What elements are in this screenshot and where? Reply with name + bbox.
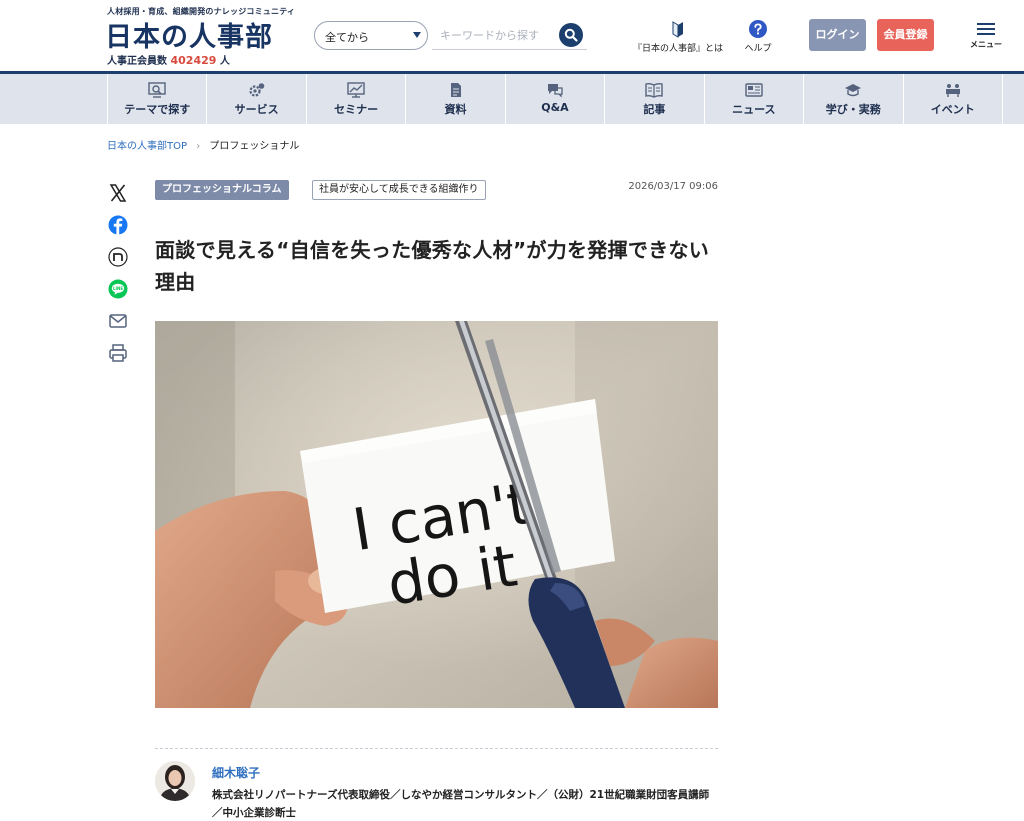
mail-icon[interactable] bbox=[107, 310, 129, 332]
column-series-tag[interactable]: 社員が安心して成長できる組織作り bbox=[312, 180, 486, 200]
author-avatar bbox=[155, 761, 195, 801]
facebook-icon[interactable] bbox=[107, 214, 129, 236]
member-count-unit: 人 bbox=[219, 56, 230, 67]
menu-button[interactable]: メニュー bbox=[965, 20, 1007, 50]
help-label: ヘルプ bbox=[744, 44, 772, 54]
qa-icon bbox=[547, 84, 563, 98]
breadcrumb-current: プロフェッショナル bbox=[209, 141, 300, 152]
site-logo[interactable]: 日本の人事部 bbox=[105, 15, 273, 54]
member-count: 人事正会員数 402429 人 bbox=[107, 52, 230, 67]
line-icon[interactable]: LINE bbox=[107, 278, 129, 300]
share-buttons: LINE bbox=[107, 182, 129, 374]
event-icon bbox=[945, 84, 960, 97]
publish-date: 2026/03/17 09:06 bbox=[628, 181, 718, 192]
article-icon bbox=[645, 82, 664, 98]
about-link[interactable]: 『日本の人事部』とは bbox=[628, 20, 728, 54]
nav-label: Q&A bbox=[541, 101, 569, 114]
nav-label: 記事 bbox=[643, 103, 666, 116]
document-icon bbox=[450, 83, 461, 97]
search-button[interactable] bbox=[559, 23, 583, 47]
help-icon bbox=[749, 20, 767, 38]
nav-item-news[interactable]: ニュース bbox=[703, 74, 803, 124]
help-link[interactable]: ヘルプ bbox=[737, 20, 779, 54]
author-name[interactable]: 細木聡子 bbox=[212, 764, 260, 781]
column-category-tag[interactable]: プロフェッショナルコラム bbox=[155, 180, 289, 200]
dropdown-arrow-icon bbox=[413, 32, 421, 38]
note-icon[interactable] bbox=[107, 246, 129, 268]
breadcrumb: 日本の人事部TOP › プロフェッショナル bbox=[107, 137, 299, 152]
article-title: 面談で見える“自信を失った優秀な人材”が力を発揮できない理由 bbox=[155, 238, 710, 294]
main-nav: テーマで探す サービス セミナー 資料 Q&A 記事 ニュース 学び・実務 イベ… bbox=[0, 74, 1024, 124]
menu-label: メニュー bbox=[970, 40, 1002, 49]
author-description: 株式会社リノパートナーズ代表取締役／しなやか経営コンサルタント／（公財）21世紀… bbox=[212, 789, 710, 819]
register-button[interactable]: 会員登録 bbox=[877, 19, 934, 51]
beginner-mark-icon bbox=[672, 21, 683, 38]
nav-item-article[interactable]: 記事 bbox=[604, 74, 703, 124]
nav-item-qa[interactable]: Q&A bbox=[504, 74, 604, 124]
svg-text:LINE: LINE bbox=[113, 286, 123, 291]
nav-label: テーマで探す bbox=[124, 103, 191, 116]
print-icon[interactable] bbox=[107, 342, 129, 364]
nav-label: サービス bbox=[234, 103, 279, 116]
search-icon bbox=[564, 28, 578, 42]
search-category-value: 全てから bbox=[325, 31, 369, 44]
nav-item-theme[interactable]: テーマで探す bbox=[107, 74, 206, 124]
seminar-icon bbox=[347, 82, 365, 98]
breadcrumb-home[interactable]: 日本の人事部TOP bbox=[107, 141, 187, 152]
service-icon bbox=[249, 83, 264, 97]
learning-icon bbox=[845, 84, 862, 97]
theme-search-icon bbox=[148, 82, 166, 98]
article-hero-image: I can't do it bbox=[155, 321, 718, 708]
nav-item-event[interactable]: イベント bbox=[902, 74, 1003, 124]
author-divider bbox=[155, 748, 718, 749]
chevron-right-icon: › bbox=[196, 141, 201, 152]
nav-label: 学び・実務 bbox=[825, 103, 881, 116]
nav-label: イベント bbox=[930, 103, 975, 116]
site-header: 人材採用・育成、組織開発のナレッジコミュニティ 日本の人事部 人事正会員数 40… bbox=[0, 0, 1024, 72]
member-count-label: 人事正会員数 bbox=[107, 56, 167, 67]
nav-label: セミナー bbox=[334, 103, 379, 116]
nav-label: 資料 bbox=[444, 103, 467, 116]
menu-icon bbox=[977, 23, 995, 25]
login-button[interactable]: ログイン bbox=[809, 19, 866, 51]
nav-item-service[interactable]: サービス bbox=[206, 74, 305, 124]
nav-item-seminar[interactable]: セミナー bbox=[305, 74, 405, 124]
nav-label: ニュース bbox=[732, 103, 776, 116]
about-label: 『日本の人事部』とは bbox=[632, 44, 723, 54]
search-category-select[interactable]: 全てから bbox=[314, 21, 428, 50]
news-icon bbox=[745, 83, 763, 97]
x-icon[interactable] bbox=[107, 182, 129, 204]
nav-item-learning[interactable]: 学び・実務 bbox=[803, 74, 902, 124]
nav-item-document[interactable]: 資料 bbox=[405, 74, 504, 124]
member-count-number: 402429 bbox=[170, 54, 217, 67]
